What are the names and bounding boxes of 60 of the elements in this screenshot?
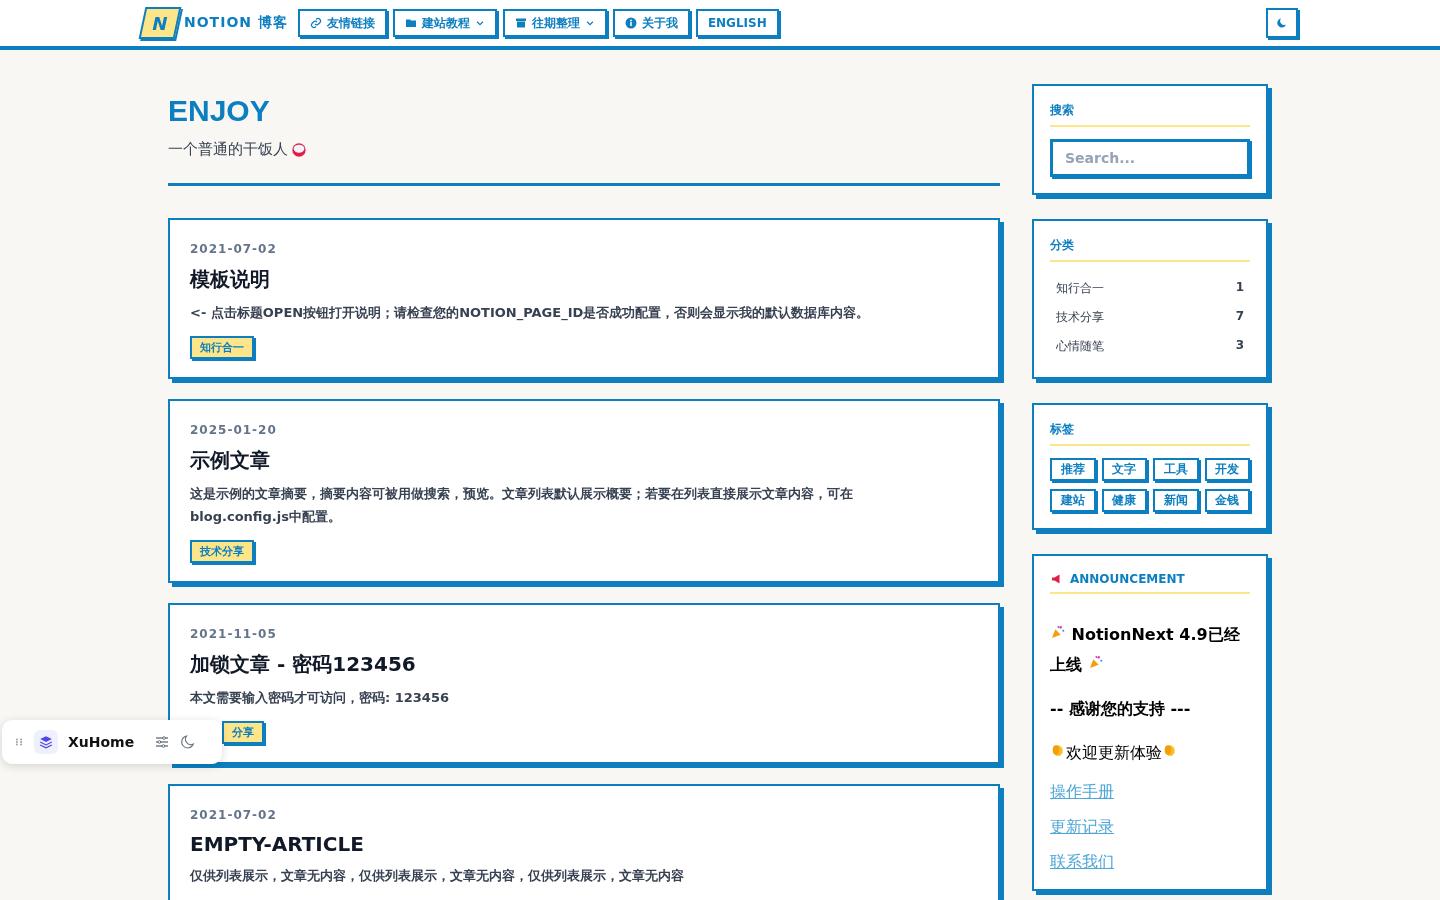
logo[interactable]: N [138, 7, 182, 39]
site-title[interactable]: NOTION 博客 [184, 14, 288, 32]
widget-title: 搜索 [1050, 102, 1074, 119]
toolbar-label[interactable]: XuHome [68, 734, 135, 750]
dark-mode-button[interactable] [1266, 8, 1298, 38]
hero-title: ENJOY [168, 94, 271, 128]
widget-title: 分类 [1050, 237, 1074, 254]
category-item[interactable]: 心情随笔 3 [1050, 332, 1250, 361]
drag-handle-icon [14, 737, 24, 747]
link-icon [309, 17, 322, 29]
tag-button[interactable]: 推荐 [1050, 458, 1096, 481]
post-title[interactable]: EMPTY-ARTICLE [190, 832, 364, 856]
post-excerpt: 这是示例的文章摘要，摘要内容可被用做搜索，预览。文章列表默认展示概要；若要在列表直接展示文章内容，可在blog.config.js中配置。 [190, 485, 854, 526]
nav-button[interactable]: 建站教程 [392, 9, 497, 37]
sliders-icon [154, 734, 171, 750]
announcement-headline: NotionNext 4.9已经上线 [1050, 623, 1241, 676]
layers-icon [39, 735, 53, 749]
tag-button[interactable]: 新闻 [1153, 489, 1199, 512]
archive-icon [514, 17, 527, 29]
nav-button[interactable]: ENGLISH [695, 9, 779, 37]
announcement-link[interactable]: 更新记录 [1050, 817, 1114, 836]
post-title[interactable]: 模板说明 [190, 266, 270, 293]
widget-title: 标签 [1050, 421, 1074, 438]
folder-icon [404, 17, 417, 29]
post-title[interactable]: 示例文章 [190, 447, 270, 474]
post-date: 2021-11-05 [190, 627, 277, 641]
tag-button[interactable]: 金钱 [1204, 489, 1250, 512]
post-excerpt: <- 点击标题OPEN按钮打开说明；请检查您的NOTION_PAGE_ID是否成功配置，否则会显示我的默认数据库内容。 [190, 304, 870, 323]
nav-button[interactable]: 友情链接 [297, 9, 387, 37]
widget-title: ANNOUNCEMENT [1070, 572, 1185, 586]
party-popper-icon [1087, 654, 1104, 670]
announcement-text: -- 感谢您的支持 --- [1050, 698, 1192, 720]
info-icon [624, 17, 637, 29]
nav-button[interactable]: 往期整理 [502, 9, 607, 37]
moon-icon [1276, 17, 1288, 29]
post-excerpt: 本文需要输入密码才可访问，密码: 123456 [190, 689, 449, 707]
tag-button[interactable]: 开发 [1204, 458, 1250, 481]
hero-subtitle: 一个普通的干饭人 [168, 140, 288, 159]
search-field[interactable]: Search... [1050, 139, 1250, 177]
post-excerpt: 仅供列表展示，文章无内容，仅供列表展示，文章无内容，仅供列表展示，文章无内容 [190, 867, 684, 885]
tag-button[interactable]: 工具 [1153, 458, 1199, 481]
announcement-text: 欢迎更新体验 [1050, 738, 1250, 768]
category-tag[interactable]: 知行合一 [190, 336, 254, 359]
party-popper-icon [1050, 624, 1066, 640]
tag-button[interactable]: 健康 [1101, 489, 1147, 512]
nav-button[interactable]: 关于我 [612, 9, 690, 37]
category-item[interactable]: 技术分享 7 [1050, 303, 1250, 332]
category-tag[interactable]: 分享 [222, 721, 264, 744]
tag-button[interactable]: 建站 [1050, 489, 1096, 512]
tag-button[interactable]: 文字 [1101, 458, 1147, 481]
announcement-link[interactable]: 联系我们 [1050, 852, 1114, 871]
announcement-link[interactable]: 操作手册 [1050, 782, 1114, 801]
category-tag[interactable]: 技术分享 [190, 540, 254, 563]
post-title[interactable]: 加锁文章 - 密码123456 [190, 651, 416, 678]
post-date: 2021-07-02 [190, 808, 277, 822]
moon-icon [180, 734, 197, 750]
post-date: 2025-01-20 [190, 423, 277, 437]
category-item[interactable]: 知行合一 1 [1050, 274, 1250, 303]
bowl-icon [291, 141, 307, 158]
post-date: 2021-07-02 [190, 242, 277, 256]
